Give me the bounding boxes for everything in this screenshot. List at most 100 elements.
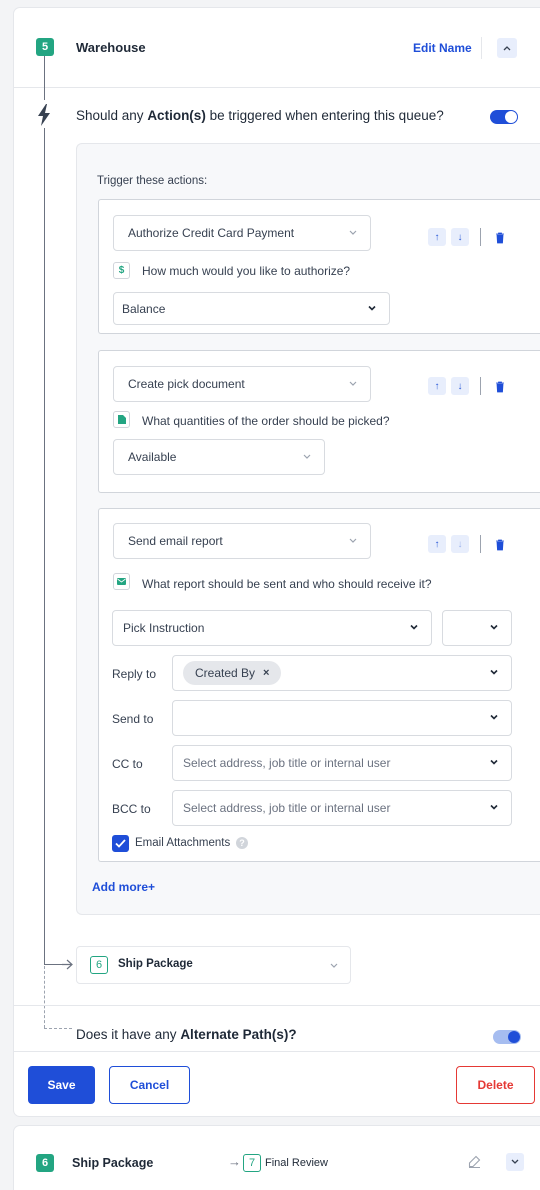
edit-icon[interactable]	[468, 1155, 481, 1168]
trigger-label: Trigger these actions:	[97, 175, 208, 187]
trash-icon[interactable]	[495, 232, 505, 244]
document-glyph	[117, 415, 126, 424]
send-to-label: Send to	[112, 712, 154, 726]
final-review-number: 7	[248, 1157, 256, 1169]
move-up-button[interactable]: ↑	[428, 535, 446, 553]
chevron-up-icon	[503, 46, 511, 51]
authorize-amount-value: Balance	[122, 301, 166, 316]
send-to-field[interactable]	[172, 700, 512, 736]
move-down-button[interactable]: ↓	[451, 535, 469, 553]
collapse-button[interactable]	[497, 38, 517, 58]
move-down-button[interactable]: ↓	[451, 228, 469, 246]
alternate-toggle[interactable]	[493, 1030, 521, 1044]
authorize-amount-select[interactable]: Balance	[113, 292, 390, 325]
trigger-question-suffix: be triggered when entering this queue?	[205, 108, 444, 123]
queue-number-badge: 5	[36, 38, 54, 56]
arrow-right-icon	[62, 959, 73, 970]
toggle-knob	[505, 111, 517, 123]
next-arrow-icon: →	[228, 1154, 241, 1169]
collapsed-queue-number: 6	[41, 1157, 49, 1169]
chevron-down-icon	[511, 1159, 519, 1164]
remove-chip-icon[interactable]: ×	[263, 667, 269, 679]
action-select-3-value: Send email report	[128, 534, 223, 548]
report-select[interactable]: Pick Instruction	[112, 610, 432, 646]
trash-icon[interactable]	[495, 539, 505, 551]
trash-icon[interactable]	[495, 381, 505, 393]
chevron-down-icon	[490, 759, 498, 765]
bcc-to-label: BCC to	[112, 802, 151, 816]
flow-connector-dashed	[44, 1028, 72, 1029]
action-select-2[interactable]: Create pick document	[113, 366, 371, 402]
lightning-icon	[38, 104, 50, 126]
cc-to-label: CC to	[112, 757, 143, 771]
created-by-chip-label: Created By	[195, 666, 256, 680]
flow-line-top	[44, 56, 45, 100]
action-question-3: What report should be sent and who shoul…	[142, 577, 432, 591]
move-down-button[interactable]: ↓	[451, 377, 469, 395]
chevron-down-icon	[330, 963, 338, 968]
chevron-down-icon	[490, 624, 498, 630]
chevron-down-icon	[349, 381, 357, 386]
add-more-label: Add more	[92, 880, 149, 894]
report-format-select[interactable]	[442, 610, 512, 646]
save-label: Save	[47, 1078, 76, 1092]
trigger-question-prefix: Should any	[76, 108, 148, 123]
plus-icon: +	[148, 880, 156, 894]
email-glyph	[117, 578, 126, 585]
cancel-button[interactable]: Cancel	[109, 1066, 190, 1104]
chevron-down-icon	[490, 804, 498, 810]
collapsed-queue-name: Ship Package	[72, 1156, 154, 1170]
move-up-button[interactable]: ↑	[428, 228, 446, 246]
cc-to-placeholder: Select address, job title or internal us…	[183, 756, 391, 770]
chevron-down-icon	[368, 305, 376, 311]
action-select-1-value: Authorize Credit Card Payment	[128, 226, 295, 240]
alternate-question: Does it have any Alternate Path(s)?	[76, 1027, 297, 1042]
alternate-prefix: Does it have any	[76, 1027, 181, 1042]
chevron-down-icon	[349, 230, 357, 235]
email-attachments-label: Email Attachments	[135, 837, 231, 849]
dollar-icon: $	[113, 262, 130, 279]
toggle-knob	[508, 1031, 520, 1043]
report-value: Pick Instruction	[123, 621, 205, 635]
chevron-down-icon	[490, 714, 498, 720]
action-question-1: How much would you like to authorize?	[142, 264, 351, 278]
action-select-3[interactable]: Send email report	[113, 523, 371, 559]
action-select-2-value: Create pick document	[128, 377, 245, 391]
action-divider	[480, 535, 481, 553]
alternate-separator	[14, 1005, 540, 1006]
document-icon	[113, 411, 130, 428]
cancel-label: Cancel	[129, 1078, 170, 1092]
chevron-down-icon	[349, 538, 357, 543]
pick-quantity-select[interactable]: Available	[113, 439, 325, 475]
reply-to-field[interactable]: Created By ×	[172, 655, 512, 691]
chevron-down-icon	[410, 624, 418, 630]
delete-button[interactable]: Delete	[456, 1066, 535, 1104]
reply-to-label: Reply to	[112, 667, 157, 681]
add-more-link[interactable]: Add more+	[92, 880, 155, 894]
email-attachments-checkbox[interactable]	[112, 835, 129, 852]
footer-separator	[14, 1051, 540, 1052]
chevron-down-icon	[490, 669, 498, 675]
help-icon[interactable]: ?	[236, 837, 248, 849]
action-select-1[interactable]: Authorize Credit Card Payment	[113, 215, 371, 251]
pick-quantity-value: Available	[128, 450, 177, 464]
cc-to-field[interactable]: Select address, job title or internal us…	[172, 745, 512, 781]
email-icon	[113, 573, 130, 590]
edit-name-link[interactable]: Edit Name	[413, 41, 472, 55]
save-button[interactable]: Save	[28, 1066, 95, 1104]
bcc-to-field[interactable]: Select address, job title or internal us…	[172, 790, 512, 826]
checkmark-icon	[115, 839, 126, 848]
move-up-button[interactable]: ↑	[428, 377, 446, 395]
alternate-bold: Alternate Path(s)?	[180, 1027, 297, 1042]
chevron-down-icon	[303, 454, 311, 459]
trigger-toggle[interactable]	[490, 110, 518, 124]
expand-button[interactable]	[506, 1153, 524, 1171]
trigger-question: Should any Action(s) be triggered when e…	[76, 108, 444, 123]
next-queue-badge: 6	[90, 956, 108, 974]
action-divider	[480, 377, 481, 395]
header-separator	[14, 87, 540, 88]
flow-line	[44, 128, 45, 964]
final-review-badge: 7	[243, 1154, 261, 1172]
next-queue-number: 6	[95, 959, 103, 971]
created-by-chip: Created By ×	[183, 661, 282, 685]
